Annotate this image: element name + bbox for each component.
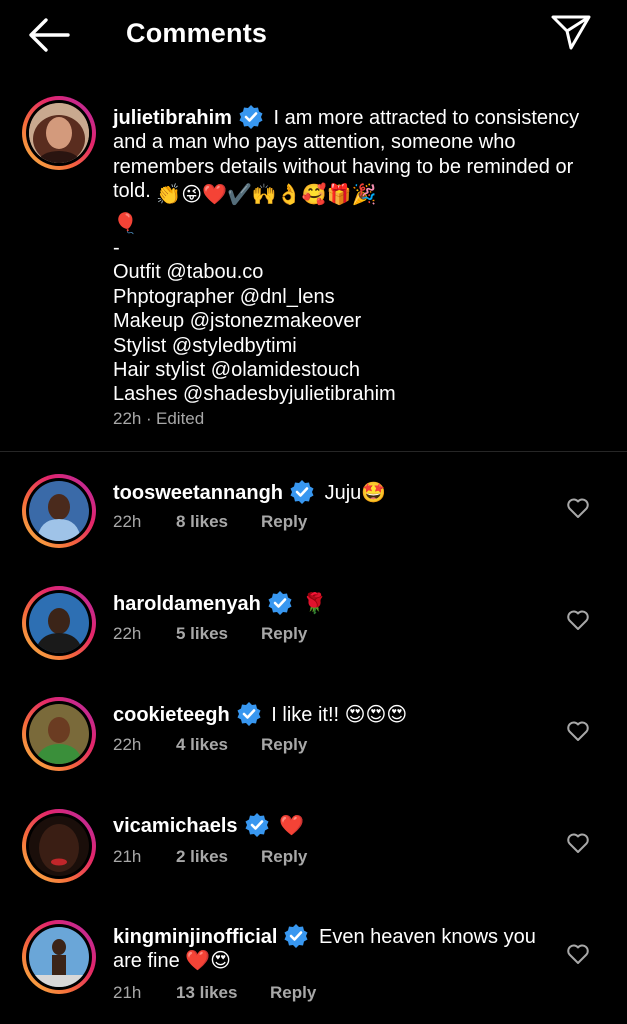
reply-button[interactable]: Reply — [261, 512, 307, 532]
caption-dash: - — [113, 237, 120, 260]
comment-likes[interactable]: 4 likes — [176, 735, 228, 755]
comment-likes[interactable]: 2 likes — [176, 847, 228, 867]
comment-body: Even heaven knows you — [319, 926, 536, 948]
comment-body: 🌹 — [302, 593, 328, 615]
heart-outline-icon[interactable] — [566, 832, 590, 854]
reply-button[interactable]: Reply — [270, 983, 316, 1003]
comment-time: 21h — [113, 983, 142, 1002]
credit-outfit: Outfit @tabou.co — [113, 261, 264, 284]
heart-outline-icon[interactable] — [566, 720, 590, 742]
comment-username[interactable]: vicamichaels — [113, 815, 238, 837]
comment-time: 22h — [113, 624, 142, 643]
credit-hair-stylist: Hair stylist @olamidestouch — [113, 359, 361, 382]
heart-outline-icon[interactable] — [566, 943, 590, 965]
credit-makeup: Makeup @jstonezmakeover — [113, 310, 362, 333]
send-icon — [551, 15, 591, 50]
comment-text: cookieteegh I like it!! 😍😍😍 — [113, 701, 583, 727]
avatar-photo — [29, 704, 89, 764]
comment-meta: 22h 4 likes Reply — [113, 735, 353, 755]
heart-outline-icon[interactable] — [566, 609, 590, 631]
comment-username[interactable]: cookieteegh — [113, 704, 230, 726]
avatar-photo — [29, 103, 89, 163]
verified-badge-icon — [237, 702, 261, 726]
verified-badge-icon — [245, 813, 269, 837]
comment-text: haroldamenyah 🌹 — [113, 590, 583, 616]
comment-body: I like it!! 😍😍😍 — [271, 704, 408, 726]
comment-text: vicamichaels ❤️ — [113, 812, 583, 838]
comment-body-line2: are fine ❤️😍 — [113, 950, 232, 973]
comment-meta: 21h 2 likes Reply — [113, 847, 353, 867]
comment-avatar[interactable] — [22, 586, 96, 660]
comment-text: toosweetannangh Juju🤩 — [113, 479, 583, 505]
caption-username[interactable]: julietibrahim — [113, 107, 232, 129]
verified-badge-icon — [239, 105, 263, 129]
comment-avatar[interactable] — [22, 920, 96, 994]
comment-time: 22h — [113, 735, 142, 754]
send-button[interactable] — [550, 12, 592, 54]
caption-time: 22h — [113, 409, 142, 428]
comment-time: 21h — [113, 847, 142, 866]
divider — [0, 451, 627, 452]
back-button[interactable] — [28, 16, 70, 54]
verified-badge-icon — [284, 924, 308, 948]
comment-meta: 22h 8 likes Reply — [113, 512, 353, 532]
comment-avatar[interactable] — [22, 697, 96, 771]
reply-button[interactable]: Reply — [261, 847, 307, 867]
reply-button[interactable]: Reply — [261, 624, 307, 644]
verified-badge-icon — [268, 591, 292, 615]
credit-lashes: Lashes @shadesbyjulietibrahim — [113, 383, 396, 406]
caption-emojis: 👏😜❤️✔️🙌👌🥰🎁🎉 — [156, 184, 377, 207]
header: Comments — [0, 0, 627, 70]
comment-meta: 21h 13 likes Reply — [113, 983, 353, 1003]
avatar-photo — [29, 927, 89, 987]
comment-likes[interactable]: 13 likes — [176, 983, 237, 1003]
page-title: Comments — [126, 18, 268, 48]
comment-text: kingminjinofficial Even heaven knows you… — [113, 923, 583, 974]
comment-username[interactable]: kingminjinofficial — [113, 926, 277, 948]
caption-separator: · — [146, 409, 152, 428]
comment-meta: 22h 5 likes Reply — [113, 624, 353, 644]
comment-avatar[interactable] — [22, 474, 96, 548]
heart-outline-icon[interactable] — [566, 497, 590, 519]
credit-stylist: Stylist @styledbytimi — [113, 334, 297, 357]
caption-meta: 22h · Edited — [113, 409, 313, 429]
comment-body: ❤️ — [279, 815, 304, 837]
back-arrow-icon — [29, 18, 70, 52]
caption-emoji-line2: 🎈 — [113, 212, 138, 235]
comment-body: Juju🤩 — [324, 482, 387, 504]
avatar-photo — [29, 481, 89, 541]
avatar-photo — [29, 593, 89, 653]
comment-username[interactable]: haroldamenyah — [113, 593, 261, 615]
comment-avatar[interactable] — [22, 809, 96, 883]
comment-likes[interactable]: 5 likes — [176, 624, 228, 644]
comment-username[interactable]: toosweetannangh — [113, 482, 283, 504]
caption-text: julietibrahim I am more attracted to con… — [113, 104, 583, 407]
reply-button[interactable]: Reply — [261, 735, 307, 755]
verified-badge-icon — [290, 480, 314, 504]
credit-photographer: Phptographer @dnl_lens — [113, 285, 335, 308]
caption-avatar[interactable] — [22, 96, 96, 170]
caption-edited: Edited — [156, 409, 205, 428]
avatar-photo — [29, 816, 89, 876]
comment-likes[interactable]: 8 likes — [176, 512, 228, 532]
comment-time: 22h — [113, 512, 142, 531]
